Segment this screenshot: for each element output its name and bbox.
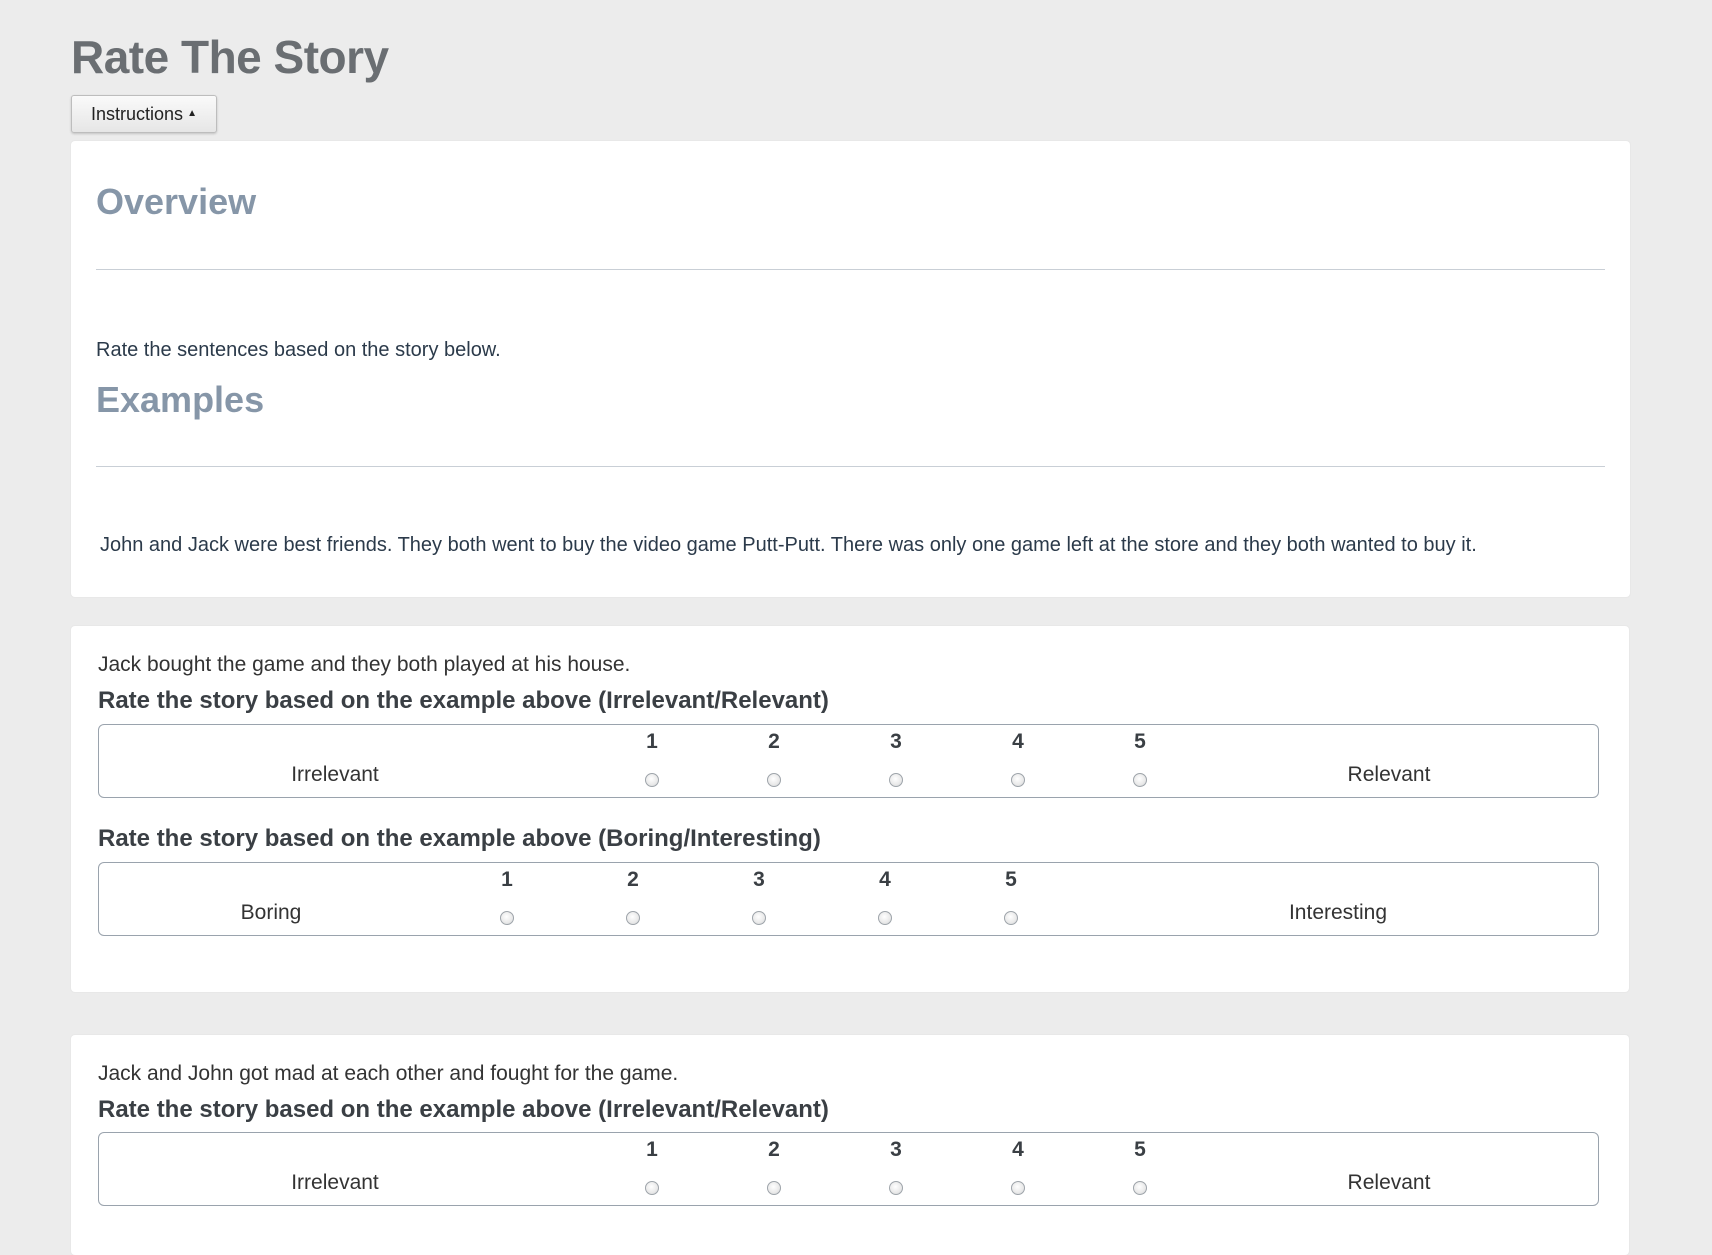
scale-option-number: 4 xyxy=(1012,730,1024,753)
question-sentence: Jack and John got mad at each other and … xyxy=(98,1062,679,1085)
examples-heading: Examples xyxy=(96,379,265,420)
instructions-toggle-button[interactable]: Instructions ▲ xyxy=(71,95,217,133)
page-title: Rate The Story xyxy=(71,31,389,83)
rating-radio-2[interactable] xyxy=(767,1181,781,1195)
scale-option-number: 2 xyxy=(627,868,639,891)
scale-high-label: Interesting xyxy=(1288,901,1388,924)
rating-radio-5[interactable] xyxy=(1004,911,1018,925)
rating-radio-2[interactable] xyxy=(767,773,781,787)
rating-scale-relevance: Irrelevant 1 2 3 4 5 Relevant xyxy=(98,724,1599,798)
rating-label: Rate the story based on the example abov… xyxy=(98,825,821,852)
scale-option-number: 5 xyxy=(1005,868,1017,891)
scale-option-number: 3 xyxy=(753,868,765,891)
question-card: Jack bought the game and they both playe… xyxy=(71,626,1629,992)
divider xyxy=(96,466,1605,467)
question-card: Jack and John got mad at each other and … xyxy=(71,1035,1629,1255)
scale-option-number: 4 xyxy=(1012,1138,1024,1161)
scale-option-number: 2 xyxy=(768,730,780,753)
divider xyxy=(96,269,1605,270)
question-sentence: Jack bought the game and they both playe… xyxy=(98,653,631,676)
page: Rate The Story Instructions ▲ Overview R… xyxy=(0,0,1712,1255)
scale-low-label: Irrelevant xyxy=(291,763,379,786)
rating-radio-3[interactable] xyxy=(889,773,903,787)
scale-low-label: Irrelevant xyxy=(291,1171,379,1194)
rating-radio-2[interactable] xyxy=(626,911,640,925)
rating-radio-3[interactable] xyxy=(752,911,766,925)
overview-heading: Overview xyxy=(96,181,257,222)
scale-high-label: Relevant xyxy=(1347,763,1431,786)
scale-option-number: 3 xyxy=(890,730,902,753)
scale-option-number: 1 xyxy=(646,730,658,753)
rating-radio-4[interactable] xyxy=(1011,1181,1025,1195)
rating-scale-interest: Boring 1 2 3 4 5 Interesting xyxy=(98,862,1599,936)
instructions-panel: Overview Rate the sentences based on the… xyxy=(71,141,1630,597)
scale-option-number: 1 xyxy=(501,868,513,891)
rating-scale-relevance: Irrelevant 1 2 3 4 5 Relevant xyxy=(98,1132,1599,1206)
scale-option-number: 1 xyxy=(646,1138,658,1161)
caret-up-icon: ▲ xyxy=(187,108,197,119)
overview-text: Rate the sentences based on the story be… xyxy=(96,339,501,361)
scale-option-number: 4 xyxy=(879,868,891,891)
rating-radio-5[interactable] xyxy=(1133,773,1147,787)
rating-label: Rate the story based on the example abov… xyxy=(98,687,829,714)
scale-low-label: Boring xyxy=(240,901,302,924)
scale-option-number: 5 xyxy=(1134,1138,1146,1161)
rating-radio-5[interactable] xyxy=(1133,1181,1147,1195)
rating-radio-4[interactable] xyxy=(878,911,892,925)
rating-radio-3[interactable] xyxy=(889,1181,903,1195)
scale-high-label: Relevant xyxy=(1347,1171,1431,1194)
rating-radio-1[interactable] xyxy=(645,773,659,787)
instructions-button-label: Instructions xyxy=(91,103,184,124)
scale-option-number: 3 xyxy=(890,1138,902,1161)
rating-label: Rate the story based on the example abov… xyxy=(98,1096,829,1123)
scale-option-number: 5 xyxy=(1134,730,1146,753)
rating-radio-4[interactable] xyxy=(1011,773,1025,787)
rating-radio-1[interactable] xyxy=(500,911,514,925)
scale-option-number: 2 xyxy=(768,1138,780,1161)
example-story-text: John and Jack were best friends. They bo… xyxy=(100,534,1477,556)
rating-radio-1[interactable] xyxy=(645,1181,659,1195)
